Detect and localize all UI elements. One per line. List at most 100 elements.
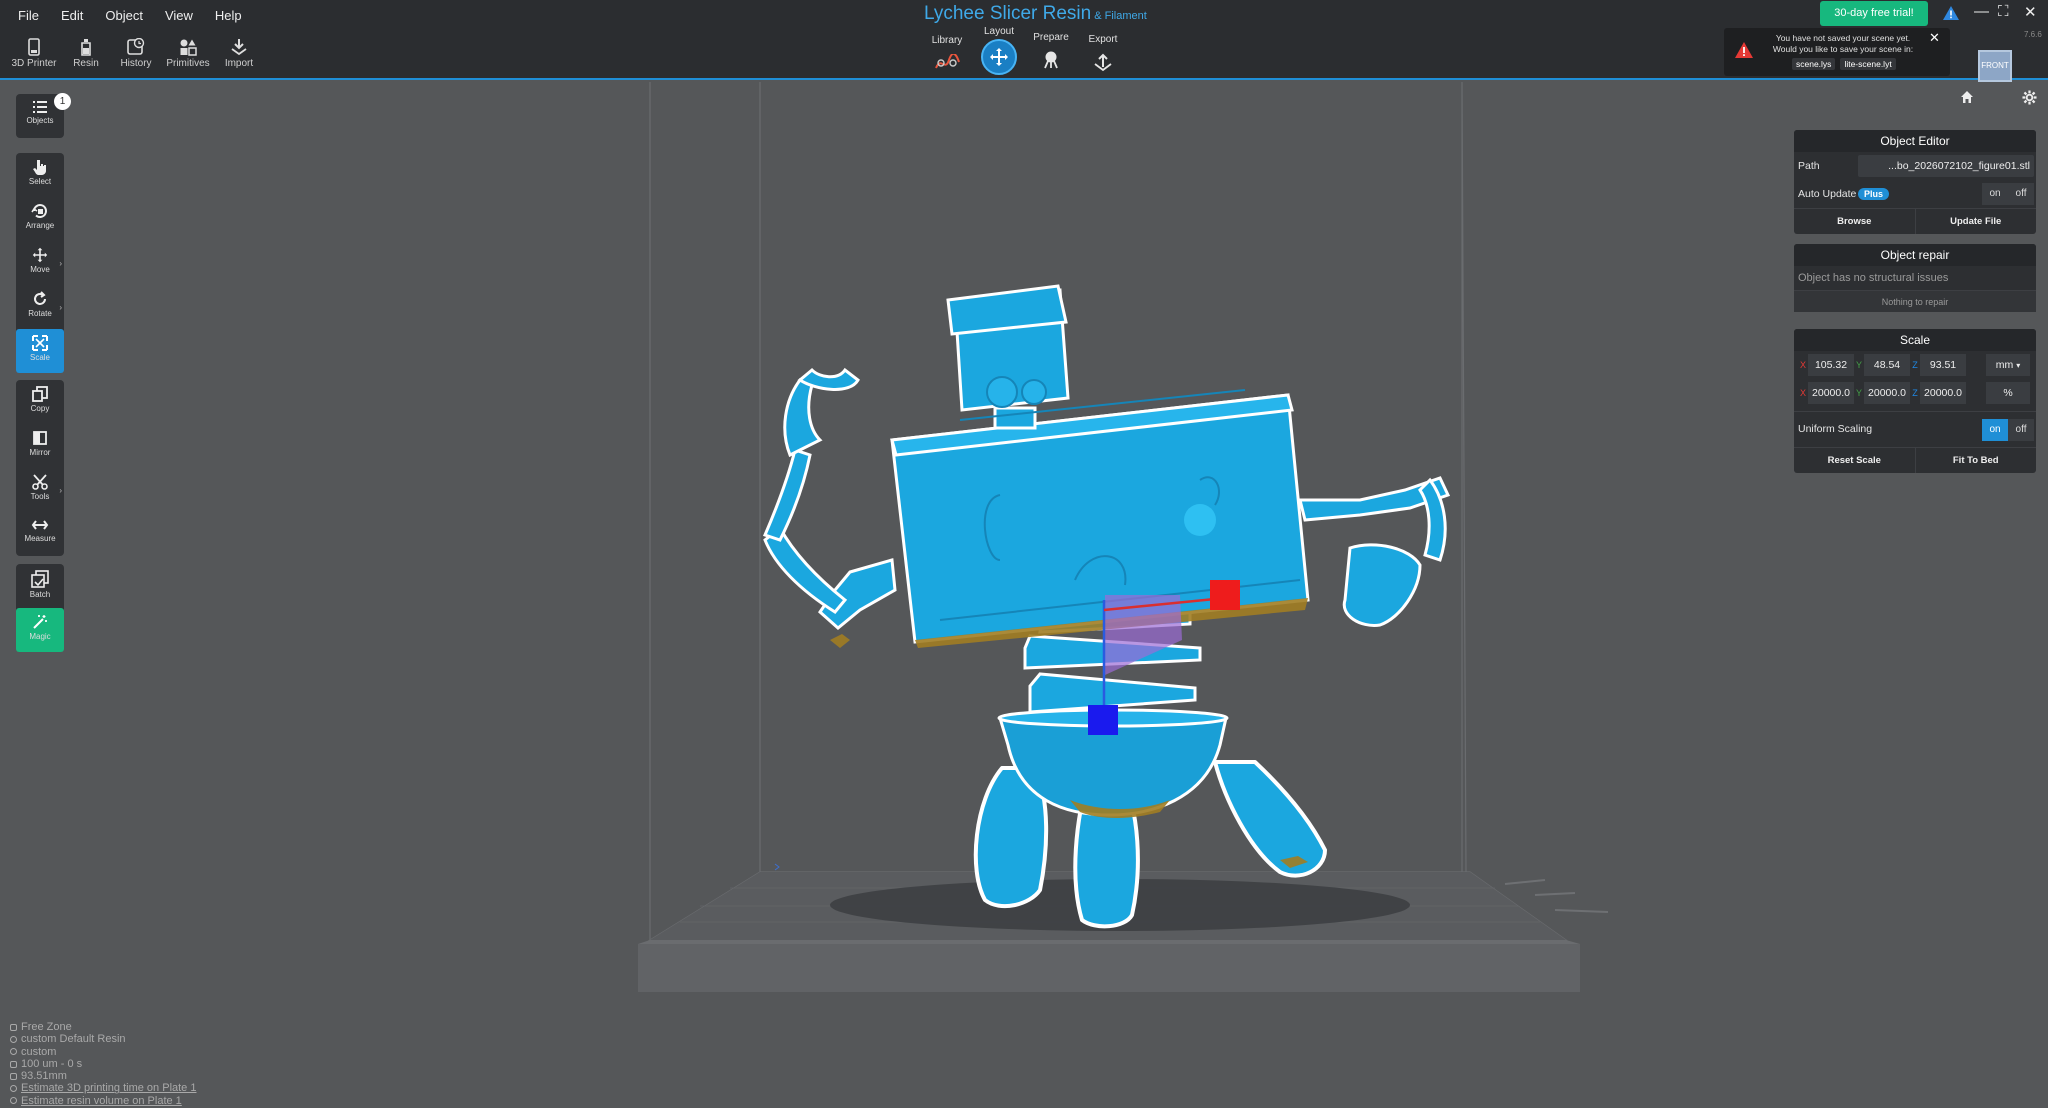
3d-viewport[interactable]	[0, 81, 2048, 1108]
uniform-scaling-on[interactable]: on	[1982, 419, 2008, 441]
fit-to-bed-button[interactable]: Fit To Bed	[1914, 448, 2037, 473]
magic-tool[interactable]: Magic	[16, 608, 64, 652]
move-label: Move	[30, 265, 50, 274]
minimize-icon[interactable]: —	[1974, 3, 1989, 20]
batch-tool[interactable]: Batch	[16, 564, 64, 608]
scale-icon	[32, 335, 48, 351]
scale-x-percent-input[interactable]: 20000.0	[1808, 382, 1854, 404]
mode-layout[interactable]: Layout	[969, 26, 1029, 75]
object-repair-panel: Object repair Object has no structural i…	[1794, 244, 2036, 312]
resin-label: Resin	[73, 58, 99, 69]
mirror-label: Mirror	[29, 448, 51, 457]
tools-menu[interactable]: Tools ›	[16, 468, 64, 512]
clock-icon	[10, 1085, 17, 1093]
copy-tool[interactable]: Copy	[16, 380, 64, 424]
batch-icon	[31, 570, 49, 588]
mode-prepare[interactable]: Prepare	[1021, 32, 1081, 74]
scale-mm-row: X 105.32 Y 48.54 Z 93.51	[1798, 354, 1966, 376]
zone-icon	[10, 1023, 17, 1031]
batch-label: Batch	[29, 590, 51, 599]
scale-z-percent-input[interactable]: 20000.0	[1920, 382, 1966, 404]
measure-tool[interactable]: Measure	[16, 512, 64, 556]
move-tool[interactable]: Move ›	[16, 241, 64, 285]
library-icon	[935, 54, 960, 69]
menu-file[interactable]: File	[10, 6, 47, 25]
auto-update-toggle[interactable]: on off	[1982, 183, 2034, 205]
select-tool[interactable]: Select	[16, 153, 64, 197]
app-name: Lychee Slicer Resin	[924, 3, 1092, 24]
arrange-icon	[31, 204, 47, 219]
x-axis-label: X	[1799, 360, 1806, 370]
automation-tools: Batch Magic	[16, 564, 64, 652]
unit-select-value: mm	[1995, 359, 2014, 371]
maximize-icon[interactable]: ⛶	[1998, 3, 2009, 20]
rotate-label: Rotate	[28, 309, 52, 318]
free-trial-button[interactable]: 30-day free trial!	[1820, 1, 1928, 26]
history-icon	[127, 38, 145, 55]
save-lys-option[interactable]: scene.lys	[1792, 58, 1836, 70]
history-label: History	[120, 58, 152, 69]
arrange-label: Arrange	[25, 221, 55, 230]
window-close-icon[interactable]: ✕	[2024, 3, 2037, 21]
menu-help[interactable]: Help	[207, 6, 250, 25]
uniform-scaling-off[interactable]: off	[2008, 419, 2034, 441]
auto-update-on[interactable]: on	[1982, 183, 2008, 205]
object-editor-panel: Object Editor Path ...bo_2026072102_figu…	[1794, 130, 2036, 234]
percent-unit: %	[1986, 382, 2030, 404]
mode-prepare-label: Prepare	[1033, 32, 1069, 43]
move-icon	[32, 247, 48, 263]
scale-x-mm-input[interactable]: 105.32	[1808, 354, 1854, 376]
arrange-tool[interactable]: Arrange	[16, 197, 64, 241]
export-icon	[1094, 53, 1112, 72]
plus-badge: Plus	[1858, 188, 1890, 200]
estimate-volume-link[interactable]: Estimate resin volume on Plate 1	[21, 1095, 182, 1107]
nothing-to-repair-button[interactable]: Nothing to repair	[1794, 290, 2036, 312]
printer-button[interactable]: 3D Printer	[4, 38, 64, 69]
unsaved-scene-notification: You have not saved your scene yet. Would…	[1724, 28, 1950, 76]
scale-z-mm-input[interactable]: 93.51	[1920, 354, 1966, 376]
menu-object[interactable]: Object	[97, 6, 151, 25]
copy-label: Copy	[30, 404, 50, 413]
alert-icon[interactable]	[1942, 5, 1960, 26]
menu-edit[interactable]: Edit	[53, 6, 91, 25]
view-cube[interactable]: FRONT	[1978, 50, 2012, 82]
move-submenu-arrow-icon[interactable]: ›	[59, 259, 62, 268]
browse-button[interactable]: Browse	[1794, 209, 1915, 234]
notification-close-icon[interactable]: ✕	[1929, 30, 1940, 46]
app-title: Lychee Slicer Resin & Filament	[924, 3, 1147, 25]
reset-scale-button[interactable]: Reset Scale	[1794, 448, 1915, 473]
edit-tools: Copy Mirror Tools › Measure	[16, 380, 64, 556]
unit-select[interactable]: mm ▾	[1986, 354, 2030, 376]
save-lyt-option[interactable]: lite-scene.lyt	[1840, 58, 1896, 70]
notification-text: You have not saved your scene yet. Would…	[1772, 33, 1914, 54]
scale-y-mm-input[interactable]: 48.54	[1864, 354, 1910, 376]
layout-move-icon	[990, 48, 1008, 66]
history-button[interactable]: History	[106, 38, 166, 69]
mode-layout-label: Layout	[983, 26, 1015, 37]
list-icon	[33, 101, 47, 113]
profile-icon	[10, 1048, 17, 1056]
mode-library[interactable]: Library	[917, 35, 977, 77]
mirror-tool[interactable]: Mirror	[16, 424, 64, 468]
prepare-supports-icon	[1044, 51, 1058, 69]
estimate-time-link[interactable]: Estimate 3D printing time on Plate 1	[21, 1082, 196, 1094]
uniform-scaling-toggle[interactable]: on off	[1982, 419, 2034, 441]
tools-submenu-arrow-icon[interactable]: ›	[59, 486, 62, 495]
import-button[interactable]: Import	[209, 38, 269, 69]
rotate-tool[interactable]: Rotate ›	[16, 285, 64, 329]
resin-bottle-icon	[81, 39, 91, 56]
update-file-button[interactable]: Update File	[1914, 209, 2037, 234]
view-cube-label: FRONT	[1981, 61, 2009, 70]
rotate-submenu-arrow-icon[interactable]: ›	[59, 303, 62, 312]
resin-text: custom Default Resin	[21, 1033, 126, 1046]
scale-y-percent-input[interactable]: 20000.0	[1864, 382, 1910, 404]
height-icon	[10, 1072, 17, 1080]
warning-icon	[1734, 41, 1754, 64]
mode-export[interactable]: Export	[1073, 34, 1133, 76]
menu-view[interactable]: View	[157, 6, 201, 25]
path-field[interactable]: ...bo_2026072102_figure01.stl	[1858, 155, 2034, 177]
version-label: 7.6.6	[2024, 30, 2042, 39]
scale-tool[interactable]: Scale	[16, 329, 64, 373]
layer-icon	[10, 1060, 17, 1068]
auto-update-off[interactable]: off	[2008, 183, 2034, 205]
